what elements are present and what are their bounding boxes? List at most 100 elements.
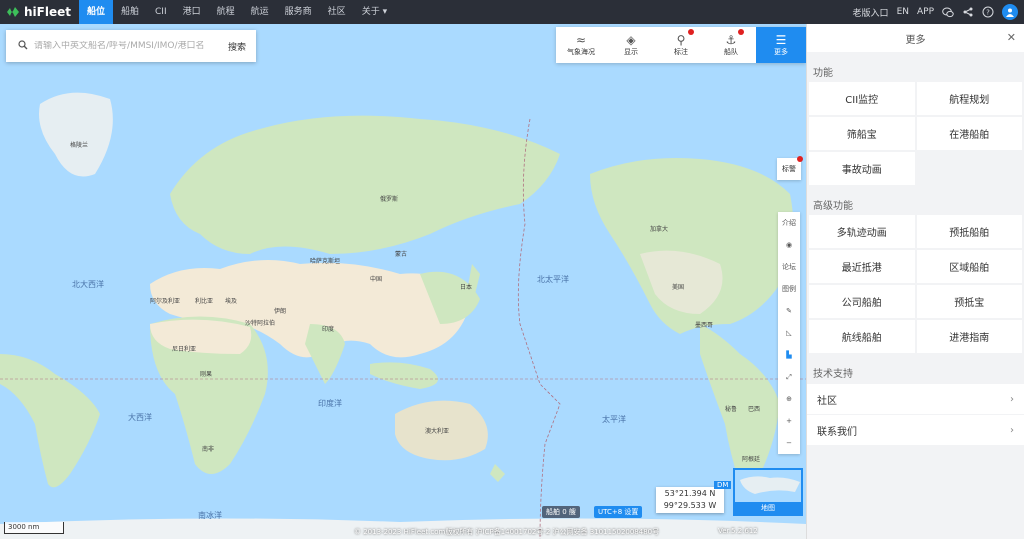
feature-ship-filter[interactable]: 筛船宝 <box>809 117 915 150</box>
legend-button[interactable]: 图例 <box>778 278 800 300</box>
country-label-japan: 日本 <box>460 284 473 291</box>
fullscreen-icon[interactable]: ⤢ <box>778 366 800 388</box>
adv-expected-arrivals[interactable]: 预抵船舶 <box>916 215 1022 248</box>
section-support-title: 技术支持 <box>813 369 853 380</box>
toolbar-annotate-label: 标注 <box>674 47 688 56</box>
toolbar-weather-label: 气象海况 <box>567 47 595 56</box>
support-contact[interactable]: 联系我们 › <box>807 415 1024 445</box>
zoom-in-icon[interactable]: + <box>778 410 800 432</box>
old-version-link[interactable]: 老版入口 <box>853 6 889 19</box>
nav-item-voyage[interactable]: 航程 <box>209 0 243 24</box>
search-button[interactable]: 搜索 <box>222 40 252 53</box>
chevron-down-icon: ▾ <box>382 7 388 17</box>
toolbar-display-label: 显示 <box>624 47 638 56</box>
ruler-icon[interactable]: ✎ <box>778 300 800 322</box>
ocean-label-north-pacific: 北太平洋 <box>537 275 569 284</box>
fleet-icon: ⚓ <box>725 32 737 47</box>
language-toggle[interactable]: EN <box>897 7 909 17</box>
country-label-russia: 俄罗斯 <box>380 196 399 203</box>
top-nav-bar: hiFleet 船位 船舶 CII 港口 航程 航运 服务商 社区 关于 ▾ 老… <box>0 0 1024 24</box>
feature-route-planning[interactable]: 航程规划 <box>916 82 1022 115</box>
angle-measure-icon[interactable]: ◺ <box>778 322 800 344</box>
support-community-label: 社区 <box>817 395 837 407</box>
chevron-right-icon: › <box>1010 393 1014 405</box>
locate-icon[interactable]: ⊕ <box>778 388 800 410</box>
nav-item-about[interactable]: 关于 ▾ <box>354 0 395 24</box>
panel-title: 更多 <box>905 34 926 46</box>
toolbar-fleet[interactable]: ⚓ 船队 <box>706 27 756 63</box>
forum-button[interactable]: 论坛 <box>778 256 800 278</box>
menu-icon: ☰ <box>775 32 787 47</box>
country-label-algeria: 阿尔及利亚 <box>150 298 181 305</box>
toolbar-annotate[interactable]: ⚲ 标注 <box>656 27 706 63</box>
logo-icon <box>6 6 20 18</box>
alert-marker-button[interactable]: 标警 <box>777 156 803 180</box>
country-label-south-africa: 南非 <box>202 446 215 453</box>
app-link[interactable]: APP <box>917 7 934 17</box>
toolbar-display[interactable]: ◈ 显示 <box>606 27 656 63</box>
intro-button[interactable]: 介绍 <box>778 212 800 234</box>
more-panel: 更多 ✕ 功能 CII监控 航程规划 筛船宝 在港船舶 事故动画 高级功能 多轨… <box>806 24 1024 539</box>
cursor-coordinates: 53°21.394 N 99°29.533 W <box>656 487 724 513</box>
longitude-readout: 99°29.533 W <box>663 501 717 510</box>
app-name: hiFleet <box>24 5 71 19</box>
nav-item-shipping[interactable]: 航运 <box>243 0 277 24</box>
wechat-icon[interactable] <box>942 6 954 18</box>
forum-label: 论坛 <box>782 263 796 271</box>
close-icon[interactable]: ✕ <box>1007 31 1016 44</box>
adv-port-guide[interactable]: 进港指南 <box>916 320 1022 353</box>
feature-cii-monitor[interactable]: CII监控 <box>809 82 915 115</box>
ocean-label-atlantic: 大西洋 <box>128 413 152 422</box>
coord-format-toggle[interactable]: DM <box>714 481 732 489</box>
feature-accident-animation[interactable]: 事故动画 <box>809 152 915 185</box>
toolbar-weather[interactable]: ≈ 气象海况 <box>556 27 606 63</box>
country-label-peru: 秘鲁 <box>725 406 738 413</box>
feature-ships-in-port[interactable]: 在港船舶 <box>916 117 1022 150</box>
country-label-egypt: 埃及 <box>225 298 238 305</box>
adv-route-ships[interactable]: 航线船舶 <box>809 320 915 353</box>
help-icon[interactable]: ? <box>982 6 994 18</box>
support-contact-label: 联系我们 <box>817 426 857 438</box>
adv-multi-track[interactable]: 多轨迹动画 <box>809 215 915 248</box>
toolbar-more[interactable]: ☰ 更多 <box>756 27 806 63</box>
country-label-argentina: 阿根廷 <box>742 456 761 463</box>
adv-recent-arrivals[interactable]: 最近抵港 <box>809 250 915 283</box>
country-label-mexico: 墨西哥 <box>695 322 714 329</box>
adv-eta-tool[interactable]: 预抵宝 <box>916 285 1022 318</box>
nav-item-ships[interactable]: 船舶 <box>113 0 147 24</box>
zoom-out-icon[interactable]: − <box>778 432 800 454</box>
ship-count-badge[interactable]: 船舶 0 艘 <box>542 506 580 518</box>
user-avatar-icon[interactable] <box>1002 4 1018 20</box>
pin-icon: ⚲ <box>676 32 686 47</box>
country-label-canada: 加拿大 <box>650 226 669 233</box>
nav-item-cii[interactable]: CII <box>147 0 175 24</box>
nav-right-group: 老版入口 EN APP ? <box>853 4 1024 20</box>
app-logo[interactable]: hiFleet <box>0 0 79 24</box>
country-label-brazil: 巴西 <box>748 406 761 413</box>
nav-item-providers[interactable]: 服务商 <box>277 0 320 24</box>
wind-icon: ≈ <box>575 32 587 47</box>
area-select-icon[interactable]: ▙ <box>778 344 800 366</box>
map-canvas <box>0 24 806 539</box>
nav-item-ship-position[interactable]: 船位 <box>78 0 113 24</box>
adv-area-ships[interactable]: 区域船舶 <box>916 250 1022 283</box>
minimap-label: 地图 <box>735 502 801 514</box>
map-type-switcher[interactable]: 地图 <box>733 468 803 516</box>
ocean-label-pacific: 太平洋 <box>602 415 626 424</box>
country-label-india: 印度 <box>322 326 335 333</box>
nav-item-ports[interactable]: 港口 <box>175 0 209 24</box>
section-advanced-title: 高级功能 <box>813 201 853 212</box>
support-community[interactable]: 社区 › <box>807 384 1024 414</box>
search-input[interactable] <box>34 41 222 51</box>
nav-item-community[interactable]: 社区 <box>320 0 354 24</box>
eye-icon[interactable]: ◉ <box>778 234 800 256</box>
world-map[interactable]: 北大西洋 北太平洋 大西洋 印度洋 太平洋 南冰洋 格陵兰 俄罗斯 中国 阿尔及… <box>0 24 806 539</box>
panel-header: 更多 ✕ <box>807 24 1024 52</box>
share-icon[interactable] <box>962 6 974 18</box>
timezone-setting[interactable]: UTC+8 设置 <box>594 506 643 518</box>
search-icon <box>18 39 30 53</box>
country-label-libya: 利比亚 <box>195 298 214 305</box>
country-label-mongolia: 蒙古 <box>395 251 408 258</box>
country-label-china: 中国 <box>370 276 383 283</box>
adv-company-ships[interactable]: 公司船舶 <box>809 285 915 318</box>
